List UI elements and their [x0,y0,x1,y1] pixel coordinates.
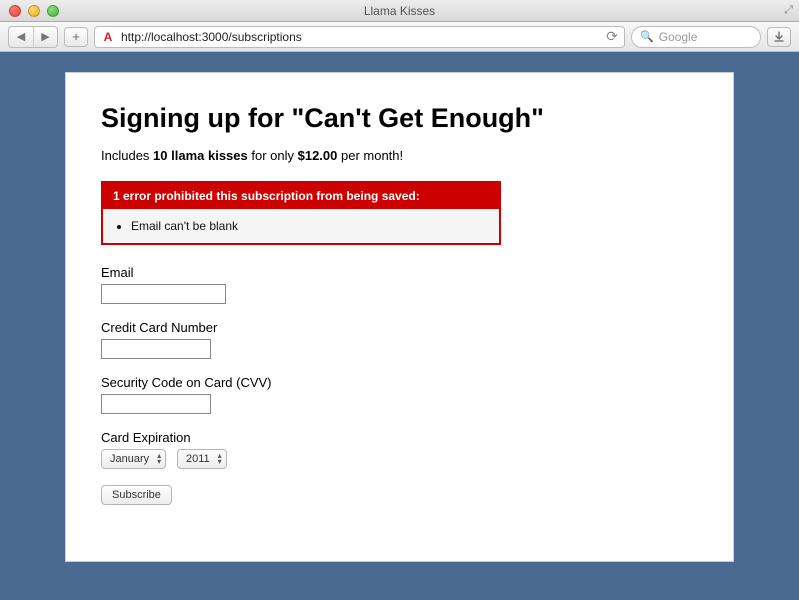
plan-mid: for only [248,148,298,163]
error-list: Email can't be blank [103,209,499,243]
email-input[interactable] [101,284,226,304]
email-label: Email [101,265,698,280]
browser-toolbar: ◀ ▶ + A http://localhost:3000/subscripti… [0,22,799,52]
card-number-label: Credit Card Number [101,320,698,335]
expiration-month-select[interactable]: January ▴▾ [101,449,166,469]
url-bar[interactable]: A http://localhost:3000/subscriptions ⟳ [94,26,625,48]
download-icon [773,31,785,43]
window-minimize-button[interactable] [28,5,40,17]
plan-prefix: Includes [101,148,153,163]
plan-price: $12.00 [298,148,338,163]
expiration-label: Card Expiration [101,430,698,445]
reload-icon[interactable]: ⟳ [606,28,618,45]
expiration-month-value: January [110,453,149,465]
window-resize-icon: ⤢ [784,4,799,17]
plan-suffix: per month! [337,148,403,163]
subscribe-button-label: Subscribe [112,489,161,501]
window-titlebar: Llama Kisses ⤢ [0,0,799,22]
search-placeholder: Google [659,30,698,44]
search-bar[interactable]: 🔍 Google [631,26,761,48]
plan-description: Includes 10 llama kisses for only $12.00… [101,148,698,163]
page-title: Signing up for "Can't Get Enough" [101,103,698,134]
nav-buttons: ◀ ▶ [8,26,58,48]
field-expiration: Card Expiration January ▴▾ 2011 ▴▾ [101,430,698,469]
expiration-year-value: 2011 [186,453,210,465]
window-close-button[interactable] [9,5,21,17]
error-item: Email can't be blank [131,219,489,233]
card-number-input[interactable] [101,339,211,359]
search-icon: 🔍 [640,30,654,43]
field-card-number: Credit Card Number [101,320,698,359]
expiration-year-select[interactable]: 2011 ▴▾ [177,449,227,469]
error-explanation: 1 error prohibited this subscription fro… [101,181,501,245]
forward-button[interactable]: ▶ [33,27,57,47]
chevron-updown-icon: ▴▾ [218,453,222,465]
error-header: 1 error prohibited this subscription fro… [103,183,499,209]
window-title: Llama Kisses [0,4,799,18]
field-submit: Subscribe [101,485,698,505]
page-content: Signing up for "Can't Get Enough" Includ… [65,72,734,562]
add-bookmark-button[interactable]: + [64,27,88,47]
page-viewport: Signing up for "Can't Get Enough" Includ… [0,52,799,600]
subscribe-button[interactable]: Subscribe [101,485,172,505]
url-text: http://localhost:3000/subscriptions [121,30,302,44]
chevron-updown-icon: ▴▾ [157,453,161,465]
traffic-lights [0,5,59,17]
favicon-icon: A [101,30,115,44]
plan-kisses: 10 llama kisses [153,148,248,163]
window-maximize-button[interactable] [47,5,59,17]
field-cvv: Security Code on Card (CVV) [101,375,698,414]
cvv-label: Security Code on Card (CVV) [101,375,698,390]
field-email: Email [101,265,698,304]
downloads-button[interactable] [767,27,791,47]
cvv-input[interactable] [101,394,211,414]
back-button[interactable]: ◀ [9,27,33,47]
